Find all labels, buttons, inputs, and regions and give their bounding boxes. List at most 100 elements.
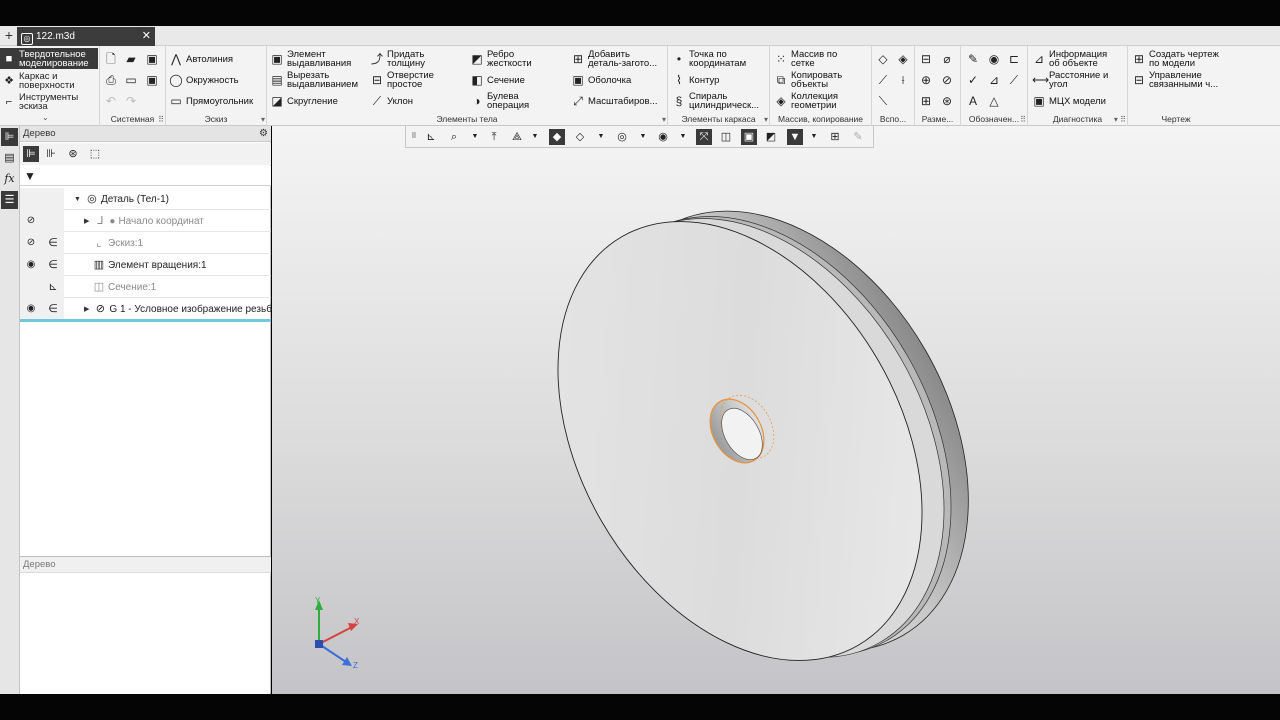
rib-button[interactable]: ◩ Ребро жесткости bbox=[470, 50, 531, 69]
snap-points-icon[interactable]: ⤧ bbox=[696, 129, 712, 145]
view-orientation-icon[interactable]: ⊾ bbox=[423, 129, 439, 145]
cut-extrude-button[interactable]: ▤ Вырезать выдавливанием bbox=[270, 71, 358, 90]
tree-structure-icon[interactable]: ⊫ bbox=[23, 146, 39, 162]
section-button[interactable]: ◧ Сечение bbox=[470, 73, 525, 87]
expand-arrow-icon[interactable]: ▶ bbox=[84, 217, 89, 225]
tree-panel-icon[interactable]: ⊫ bbox=[1, 128, 18, 146]
chevron-down-icon[interactable]: ▼ bbox=[531, 130, 539, 144]
tree-relations-icon[interactable]: ⊛ bbox=[65, 146, 81, 162]
tolerance-icon[interactable]: ⊿ bbox=[987, 73, 1001, 87]
rectangle-button[interactable]: ▭ Прямоугольник bbox=[169, 94, 253, 108]
clip-icon[interactable]: ◩ bbox=[763, 129, 779, 145]
mode-sketch-tools[interactable]: ⌐ Инструменты эскиза bbox=[0, 91, 98, 112]
axis-icon[interactable]: ⟋ bbox=[876, 73, 890, 87]
close-icon[interactable]: ✕ bbox=[142, 27, 151, 46]
include-icon[interactable]: ∈ bbox=[46, 302, 60, 316]
hidden-eye-icon[interactable]: ⊘ bbox=[24, 214, 38, 228]
selection-filter-icon[interactable]: ▼ bbox=[787, 129, 803, 145]
tree-select-icon[interactable]: ⬚ bbox=[87, 146, 103, 162]
mode-frame-surfaces[interactable]: ❖ Каркас и поверхности bbox=[0, 70, 98, 91]
diameter-dim-icon[interactable]: ⊕ bbox=[919, 73, 933, 87]
document-tab[interactable]: ◎ 122.m3d ✕ bbox=[17, 27, 155, 46]
shaded-cube-icon[interactable]: ◆ bbox=[549, 129, 565, 145]
pan-icon[interactable]: ⤒ bbox=[486, 129, 502, 145]
object-info-button[interactable]: ⊿ Информация об объекте bbox=[1032, 50, 1107, 69]
tree-row-section[interactable]: ⊾ ◫ Сечение:1 bbox=[20, 276, 271, 298]
save-as-icon[interactable]: ▣ bbox=[145, 73, 159, 87]
add-blank-button[interactable]: ⊞ Добавить деталь-загото... bbox=[571, 50, 657, 69]
point-aux-icon[interactable]: ⟍ bbox=[876, 94, 890, 108]
distance-angle-button[interactable]: ⟷ Расстояние и угол bbox=[1032, 71, 1108, 90]
visibility-icon[interactable]: ◎ bbox=[614, 129, 630, 145]
section-view-icon[interactable]: ◫ bbox=[718, 129, 734, 145]
fillet-button[interactable]: ◪ Скругление bbox=[270, 94, 338, 108]
redo-icon[interactable]: ↷ bbox=[124, 94, 138, 108]
mass-properties-button[interactable]: ▣ МЦХ модели bbox=[1032, 94, 1106, 108]
chevron-down-icon[interactable]: ▼ bbox=[810, 130, 818, 144]
thicken-button[interactable]: ⤴ Придать толщину bbox=[370, 50, 425, 69]
gear-icon[interactable]: ⚙ bbox=[259, 126, 268, 142]
circle-button[interactable]: ◯ Окружность bbox=[169, 73, 238, 87]
create-drawing-button[interactable]: ⊞ Создать чертеж по модели bbox=[1132, 50, 1219, 69]
offset-plane-icon[interactable]: ◈ bbox=[896, 52, 910, 66]
properties-panel-icon[interactable]: ▤ bbox=[1, 149, 18, 167]
include-icon[interactable]: ∈ bbox=[46, 236, 60, 250]
axis-points-icon[interactable]: ⟊ bbox=[896, 73, 910, 87]
expand-arrow-icon[interactable]: ▼ bbox=[74, 196, 81, 203]
tree-history-icon[interactable]: ⊪ bbox=[43, 146, 59, 162]
angular-dim-icon[interactable]: ⌀ bbox=[940, 52, 954, 66]
rotate-icon[interactable]: ⟁ bbox=[509, 129, 525, 145]
auto-dim-icon[interactable]: ⊞ bbox=[919, 94, 933, 108]
plane-icon[interactable]: ◇ bbox=[876, 52, 890, 66]
perspective-icon[interactable]: ▣ bbox=[741, 129, 757, 145]
chevron-down-icon[interactable]: ▼ bbox=[679, 130, 687, 144]
zoom-icon[interactable]: ⌕ bbox=[446, 129, 462, 145]
undo-icon[interactable]: ↶ bbox=[104, 94, 118, 108]
open-folder-icon[interactable]: ▰ bbox=[124, 52, 138, 66]
chevron-down-icon[interactable]: ▼ bbox=[471, 130, 479, 144]
save-icon[interactable]: ▣ bbox=[145, 52, 159, 66]
wireframe-cube-icon[interactable]: ◇ bbox=[572, 129, 588, 145]
geometry-collection-button[interactable]: ◈ Коллекция геометрии bbox=[774, 92, 838, 111]
mode-solid-modeling[interactable]: ■ Твердотельное моделирование bbox=[0, 48, 98, 69]
grid-array-button[interactable]: ⁙ Массив по сетке bbox=[774, 50, 837, 69]
point-by-coords-button[interactable]: • Точка по координатам bbox=[672, 50, 746, 69]
tree-search-input[interactable] bbox=[42, 168, 267, 184]
include-icon[interactable]: ∈ bbox=[46, 258, 60, 272]
tree-row-thread[interactable]: ◉ ∈ ▶ ⊘ G 1 - Условное изображение резьб… bbox=[20, 298, 279, 320]
new-document-icon[interactable]: 🗋 bbox=[104, 52, 118, 66]
expand-arrow-icon[interactable]: ▶ bbox=[84, 305, 89, 313]
leader-icon[interactable]: ⟋ bbox=[1007, 73, 1021, 87]
eye-icon[interactable]: ◉ bbox=[24, 302, 38, 316]
hole-button[interactable]: ⊟ Отверстие простое bbox=[370, 71, 434, 90]
radius-dim-icon[interactable]: ⊘ bbox=[940, 73, 954, 87]
menu-icon[interactable]: ☰ bbox=[1, 191, 18, 209]
draft-button[interactable]: ⟋ Уклон bbox=[370, 94, 413, 108]
tree-row-origin[interactable]: ⊘ ▶ ⅃ ● Начало координат bbox=[20, 210, 271, 232]
scale-button[interactable]: ⤢ Масштабиров... bbox=[571, 94, 657, 108]
boolean-button[interactable]: ◑ Булева операция bbox=[470, 92, 529, 111]
contour-button[interactable]: ⌇ Контур bbox=[672, 73, 719, 87]
tree-row-part[interactable]: ▼ ◎ Деталь (Тел-1) bbox=[20, 188, 271, 210]
display-filter-icon[interactable]: ◉ bbox=[655, 129, 671, 145]
chevron-down-icon[interactable]: ▼ bbox=[597, 130, 605, 144]
new-tab-button[interactable]: + bbox=[2, 27, 16, 43]
print-icon[interactable]: ⎙ bbox=[104, 73, 118, 87]
toolbar-grip-icon[interactable]: ⠿ bbox=[406, 129, 422, 145]
hidden-eye-icon[interactable]: ⊘ bbox=[24, 236, 38, 250]
dim-edit-icon[interactable]: ⊛ bbox=[940, 94, 954, 108]
autoline-button[interactable]: ⋀ Автолиния bbox=[169, 52, 233, 66]
model-viewport[interactable]: Y X Z ⠿ ⊾ ⌕ ▼ ⤒ ⟁ ▼ ◆ ◇ ▼ ◎ ▼ ◉ ▼ ⤧ ◫ ▣ … bbox=[272, 126, 1280, 694]
thread-icon[interactable]: △ bbox=[987, 94, 1001, 108]
preview-icon[interactable]: ▭ bbox=[124, 73, 138, 87]
tree-row-revolve[interactable]: ◉ ∈ ▥ Элемент вращения:1 bbox=[20, 254, 271, 276]
eye-icon[interactable]: ◉ bbox=[24, 258, 38, 272]
disc-part[interactable] bbox=[483, 146, 1043, 694]
spiral-button[interactable]: § Спираль цилиндрическ... bbox=[672, 92, 759, 111]
filter-icon[interactable]: ▼ bbox=[24, 168, 38, 184]
section-tree-icon[interactable]: ⊾ bbox=[46, 280, 60, 294]
text-icon[interactable]: A bbox=[966, 94, 980, 108]
manage-linked-button[interactable]: ⊟ Управление связанными ч... bbox=[1132, 71, 1218, 90]
roughness-icon[interactable]: ✓ bbox=[966, 73, 980, 87]
linear-dim-icon[interactable]: ⊟ bbox=[919, 52, 933, 66]
